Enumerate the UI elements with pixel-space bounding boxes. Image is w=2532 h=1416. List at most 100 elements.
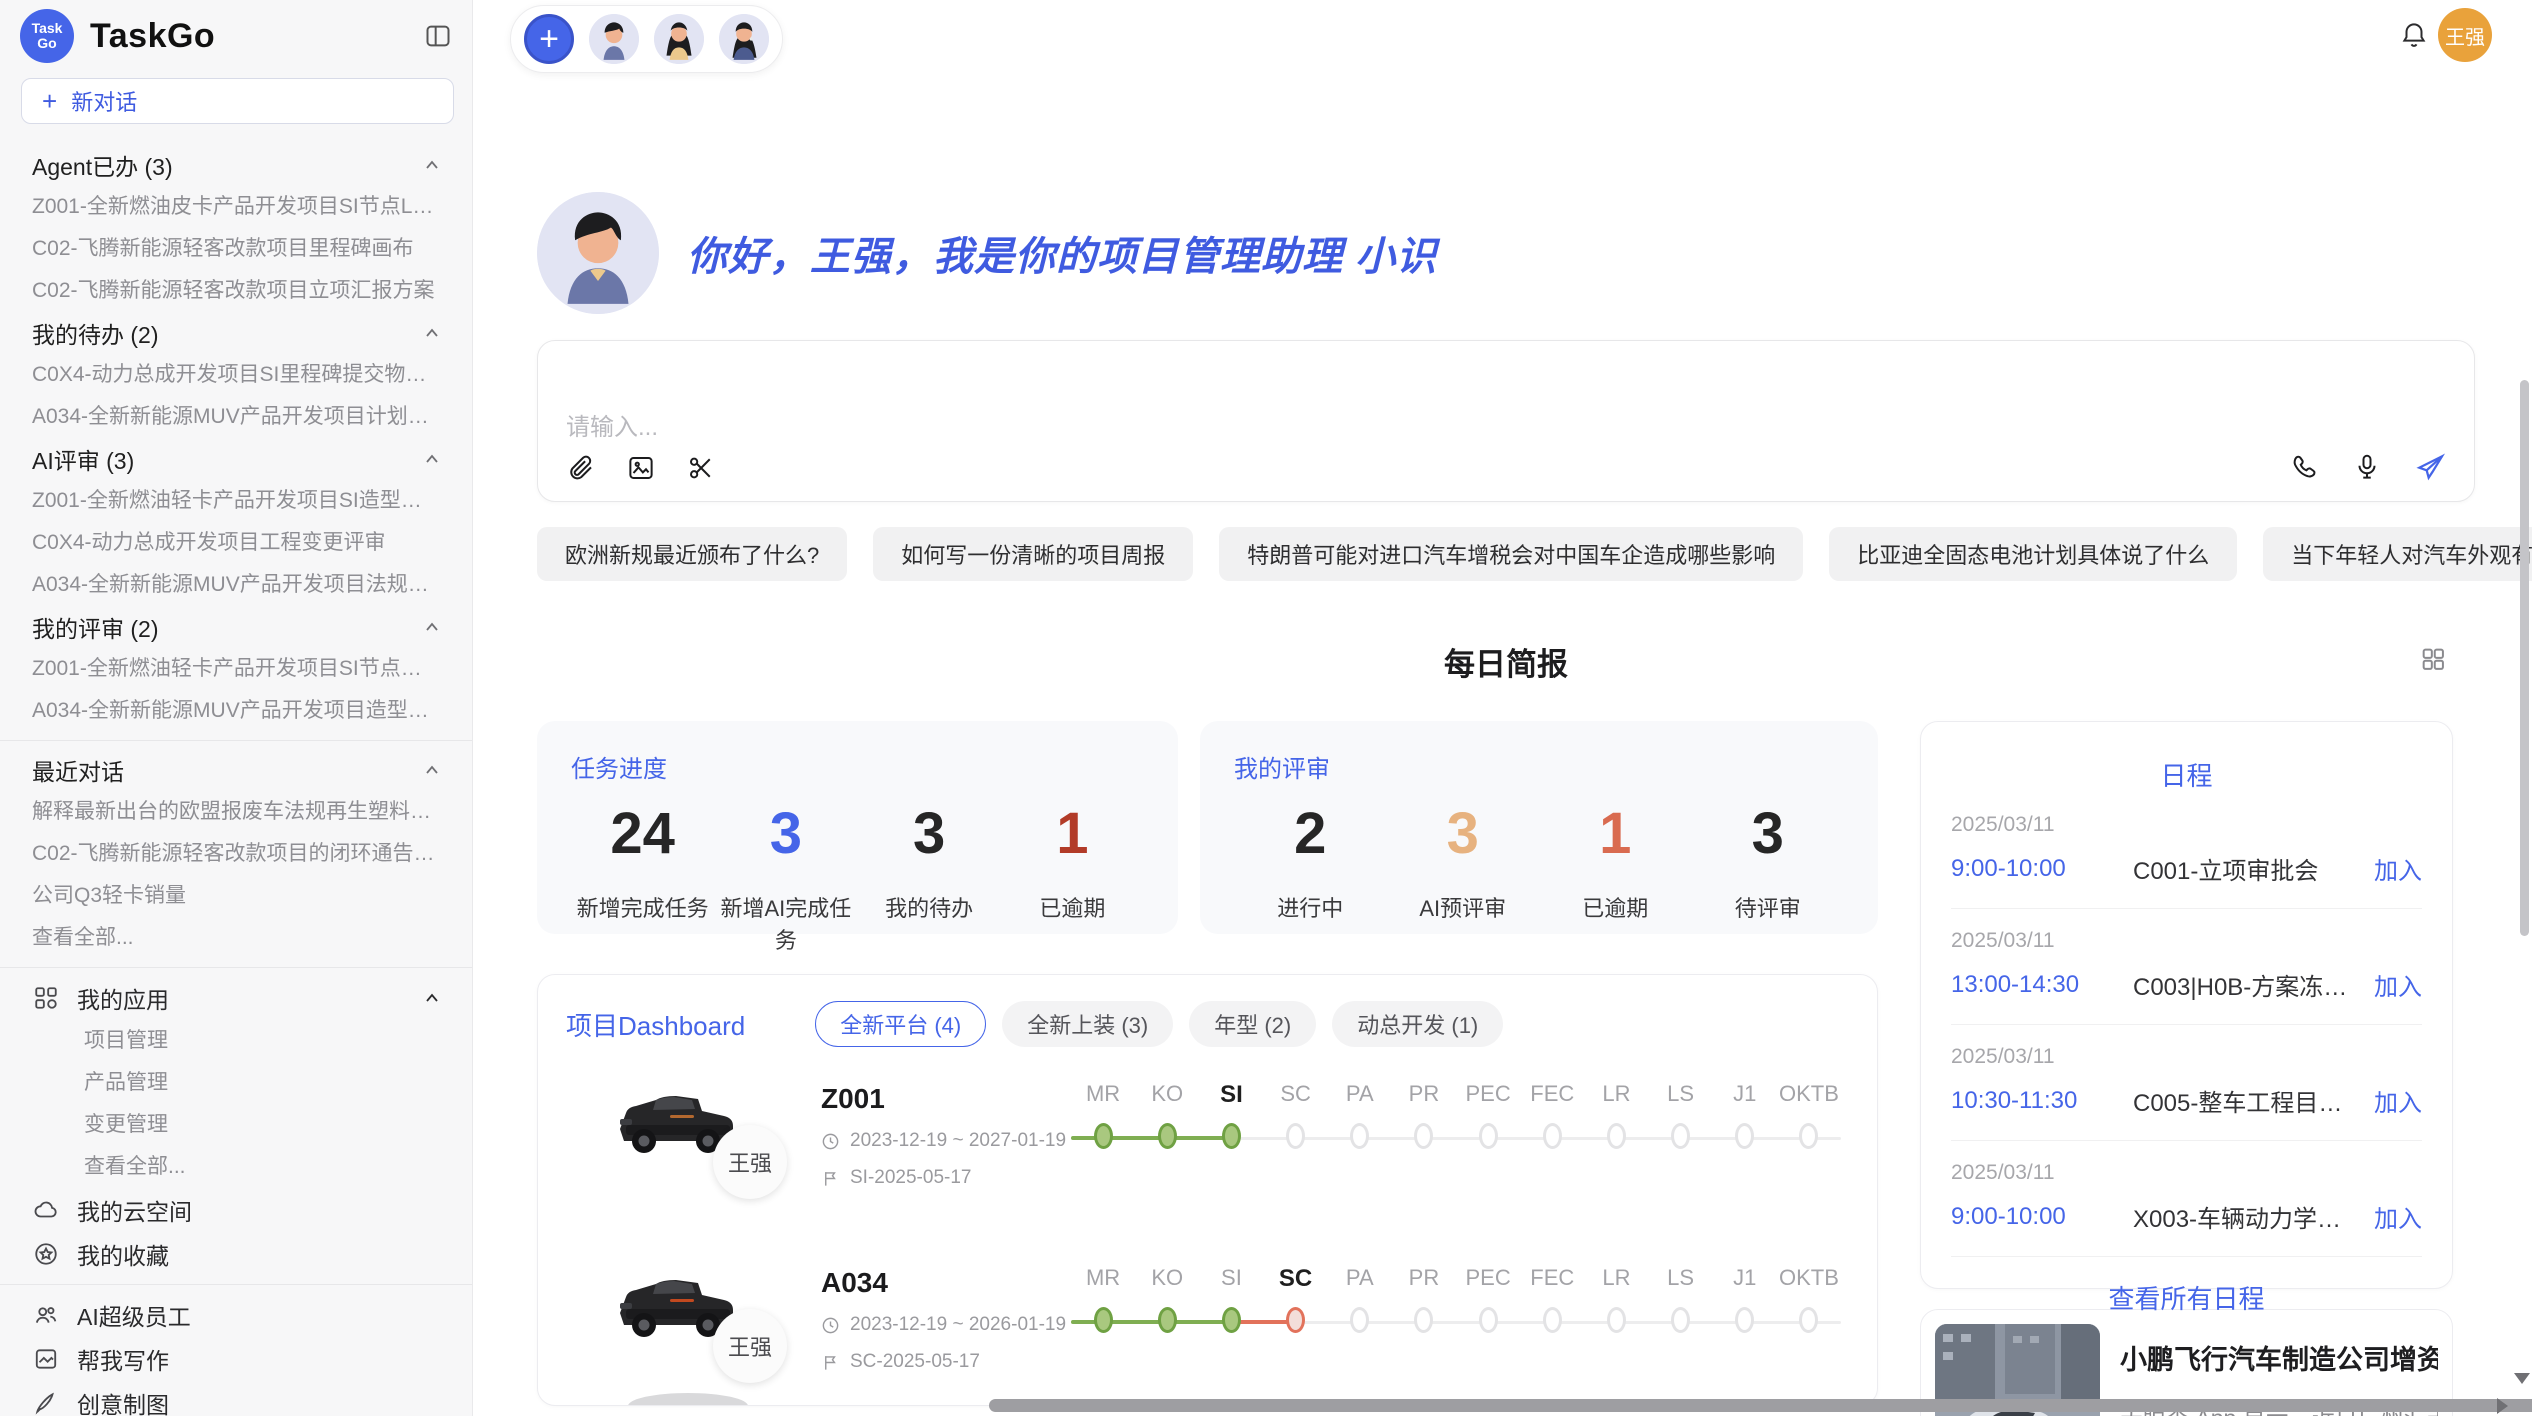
join-meeting-link[interactable]: 加入 bbox=[2374, 1083, 2422, 1118]
section-my-review[interactable]: 我的评审 (2) bbox=[0, 606, 472, 648]
agent-avatar[interactable] bbox=[654, 14, 704, 64]
schedule-date: 2025/03/11 bbox=[1951, 1161, 2422, 1185]
agent-avatar-group: + bbox=[510, 5, 783, 73]
send-icon[interactable] bbox=[2414, 451, 2446, 483]
news-title: 小鹏飞行汽车制造公司增资 bbox=[2120, 1338, 2438, 1377]
sidebar-header: Task Go TaskGo bbox=[0, 0, 472, 72]
chevron-up-icon[interactable] bbox=[422, 155, 442, 175]
tab-model-year[interactable]: 年型 (2) bbox=[1189, 1001, 1316, 1047]
sidebar-item-label: 我的应用 bbox=[77, 981, 404, 1015]
collapse-sidebar-icon[interactable] bbox=[424, 22, 452, 50]
topbar: + 王强 bbox=[473, 0, 2532, 70]
project-owner-badge: 王强 bbox=[713, 1309, 787, 1383]
stat: 3 我的待办 bbox=[858, 800, 1001, 955]
suggestion-chip[interactable]: 当下年轻人对汽车外观有怎样的喜好趋势 bbox=[2263, 527, 2532, 581]
tab-new-body[interactable]: 全新上装 (3) bbox=[1002, 1001, 1173, 1047]
sidebar-item-help-write[interactable]: 帮我写作 bbox=[0, 1337, 472, 1381]
composer-placeholder: 请输入... bbox=[566, 407, 658, 442]
view-all-chats[interactable]: 查看全部... bbox=[0, 917, 472, 959]
app-link-product-mgmt[interactable]: 产品管理 bbox=[0, 1062, 472, 1104]
sidebar-item-creative-draw[interactable]: 创意制图 bbox=[0, 1381, 472, 1416]
list-item[interactable]: Z001-全新燃油皮卡产品开发项目SI节点Lesson Learn报告 bbox=[0, 186, 472, 228]
chevron-up-icon[interactable] bbox=[422, 449, 442, 469]
schedule-name: C003|H0B-方案冻结评审 bbox=[2133, 967, 2362, 1002]
chevron-up-icon[interactable] bbox=[422, 617, 442, 637]
suggestion-chips: 欧洲新规最近颁布了什么? 如何写一份清晰的项目周报 特朗普可能对进口汽车增税会对… bbox=[537, 527, 2475, 581]
stat-label: 新增完成任务 bbox=[571, 891, 714, 923]
join-meeting-link[interactable]: 加入 bbox=[2374, 1199, 2422, 1234]
agent-avatar[interactable] bbox=[589, 14, 639, 64]
briefing-left-column: 任务进度 24 新增完成任务 3 新增AI完成任务 bbox=[537, 721, 1878, 1416]
suggestion-chip[interactable]: 欧洲新规最近颁布了什么? bbox=[537, 527, 847, 581]
stat-value: 3 bbox=[1387, 800, 1540, 867]
suggestion-chip[interactable]: 比亚迪全固态电池计划具体说了什么 bbox=[1829, 527, 2237, 581]
phone-icon[interactable] bbox=[2290, 452, 2320, 482]
microphone-icon[interactable] bbox=[2352, 452, 2382, 482]
sidebar-item-cloud-space[interactable]: 我的云空间 bbox=[0, 1188, 472, 1232]
schedule-time: 9:00-10:00 bbox=[1951, 855, 2133, 883]
notification-bell-icon[interactable] bbox=[2399, 20, 2429, 50]
briefing-title: 每日简报 bbox=[537, 639, 2475, 684]
sidebar-item-favorites[interactable]: 我的收藏 bbox=[0, 1232, 472, 1276]
chat-composer[interactable]: 请输入... bbox=[537, 340, 2475, 502]
list-item[interactable]: C02-飞腾新能源轻客改款项目立项汇报方案 bbox=[0, 270, 472, 312]
list-item[interactable]: 公司Q3轻卡销量 bbox=[0, 875, 472, 917]
sidebar-item-ai-employee[interactable]: AI超级员工 bbox=[0, 1293, 472, 1337]
milestone-dots bbox=[1071, 1123, 1841, 1155]
section-recent-chats[interactable]: 最近对话 bbox=[0, 749, 472, 791]
project-flag-milestone: SC-2025-05-17 bbox=[821, 1351, 1067, 1373]
section-agent-done[interactable]: Agent已办 (3) bbox=[0, 144, 472, 186]
chevron-up-icon[interactable] bbox=[422, 988, 442, 1008]
join-meeting-link[interactable]: 加入 bbox=[2374, 851, 2422, 886]
milestone-labels: MRKOSISCPAPRPECFECLRLSJ1OKTB bbox=[1071, 1265, 1841, 1293]
project-flag-milestone: SI-2025-05-17 bbox=[821, 1167, 1067, 1189]
list-item[interactable]: Z001-全新燃油轻卡产品开发项目SI节点属性5D文件评审 bbox=[0, 648, 472, 690]
project-date-range: 2023-12-19 ~ 2026-01-19 bbox=[821, 1314, 1067, 1336]
list-item[interactable]: A034-全新新能源MUV产品开发项目法规符合性评审 bbox=[0, 564, 472, 606]
list-item[interactable]: C02-飞腾新能源轻客改款项目里程碑画布 bbox=[0, 228, 472, 270]
list-item[interactable]: A034-全新新能源MUV产品开发项目计划变更表编写 bbox=[0, 396, 472, 438]
user-avatar[interactable]: 王强 bbox=[2438, 8, 2492, 62]
schedule-name: C005-整车工程目标评审 bbox=[2133, 1083, 2362, 1118]
composer-right-tools bbox=[2290, 451, 2446, 483]
project-row-z001[interactable]: 王强 Z001 2023-12-19 ~ 2027-01-19 SI-2025-… bbox=[566, 1079, 1849, 1231]
app-link-change-mgmt[interactable]: 变更管理 bbox=[0, 1104, 472, 1146]
image-icon[interactable] bbox=[626, 453, 656, 483]
project-info: A034 2023-12-19 ~ 2026-01-19 SC-2025-05-… bbox=[821, 1267, 1067, 1373]
list-item[interactable]: C0X4-动力总成开发项目工程变更评审 bbox=[0, 522, 472, 564]
section-my-todo[interactable]: 我的待办 (2) bbox=[0, 312, 472, 354]
project-date-range: 2023-12-19 ~ 2027-01-19 bbox=[821, 1130, 1067, 1152]
list-item[interactable]: Z001-全新燃油轻卡产品开发项目SI造型提交物评审 bbox=[0, 480, 472, 522]
paperclip-icon[interactable] bbox=[566, 453, 596, 483]
add-agent-button[interactable]: + bbox=[524, 14, 574, 64]
greeting-text: 你好，王强，我是你的项目管理助理 小识 bbox=[687, 224, 1437, 282]
project-row-a034[interactable]: 王强 A034 2023-12-19 ~ 2026-01-19 SC-2025-… bbox=[566, 1263, 1849, 1406]
sidebar-item-my-apps[interactable]: 我的应用 bbox=[0, 976, 472, 1020]
view-all-apps[interactable]: 查看全部... bbox=[0, 1146, 472, 1188]
new-chat-button[interactable]: + 新对话 bbox=[21, 78, 454, 124]
list-item[interactable]: A034-全新新能源MUV产品开发项目造型可行性评审 bbox=[0, 690, 472, 732]
list-item[interactable]: 解释最新出台的欧盟报废车法规再生塑料比例被调至15%... bbox=[0, 791, 472, 833]
tab-new-platform[interactable]: 全新平台 (4) bbox=[815, 1001, 986, 1047]
app-link-project-mgmt[interactable]: 项目管理 bbox=[0, 1020, 472, 1062]
join-meeting-link[interactable]: 加入 bbox=[2374, 967, 2422, 1002]
list-item[interactable]: C0X4-动力总成开发项目SI里程碑提交物检查 bbox=[0, 354, 472, 396]
list-item[interactable]: C02-飞腾新能源轻客改款项目的闭环通告反馈情况 bbox=[0, 833, 472, 875]
suggestion-chip[interactable]: 如何写一份清晰的项目周报 bbox=[873, 527, 1193, 581]
horizontal-scrollbar[interactable] bbox=[989, 1399, 2532, 1412]
chevron-up-icon[interactable] bbox=[422, 323, 442, 343]
scissors-icon[interactable] bbox=[686, 453, 716, 483]
schedule-time: 9:00-10:00 bbox=[1951, 1203, 2133, 1231]
sidebar-item-label: 帮我写作 bbox=[77, 1342, 442, 1376]
app-window: Task Go TaskGo + 新对话 Agent已办 (3) Z001-全新… bbox=[0, 0, 2532, 1416]
card-title: 我的评审 bbox=[1234, 749, 1844, 784]
tab-powertrain[interactable]: 动总开发 (1) bbox=[1332, 1001, 1503, 1047]
chevron-up-icon[interactable] bbox=[422, 760, 442, 780]
section-ai-review[interactable]: AI评审 (3) bbox=[0, 438, 472, 480]
scroll-right-arrow[interactable] bbox=[2497, 1398, 2508, 1414]
agent-avatar[interactable] bbox=[719, 14, 769, 64]
vertical-scrollbar[interactable] bbox=[2520, 380, 2529, 936]
suggestion-chip[interactable]: 特朗普可能对进口汽车增税会对中国车企造成哪些影响 bbox=[1219, 527, 1803, 581]
layout-grid-icon[interactable] bbox=[2419, 645, 2447, 673]
scroll-down-arrow[interactable] bbox=[2514, 1373, 2530, 1384]
